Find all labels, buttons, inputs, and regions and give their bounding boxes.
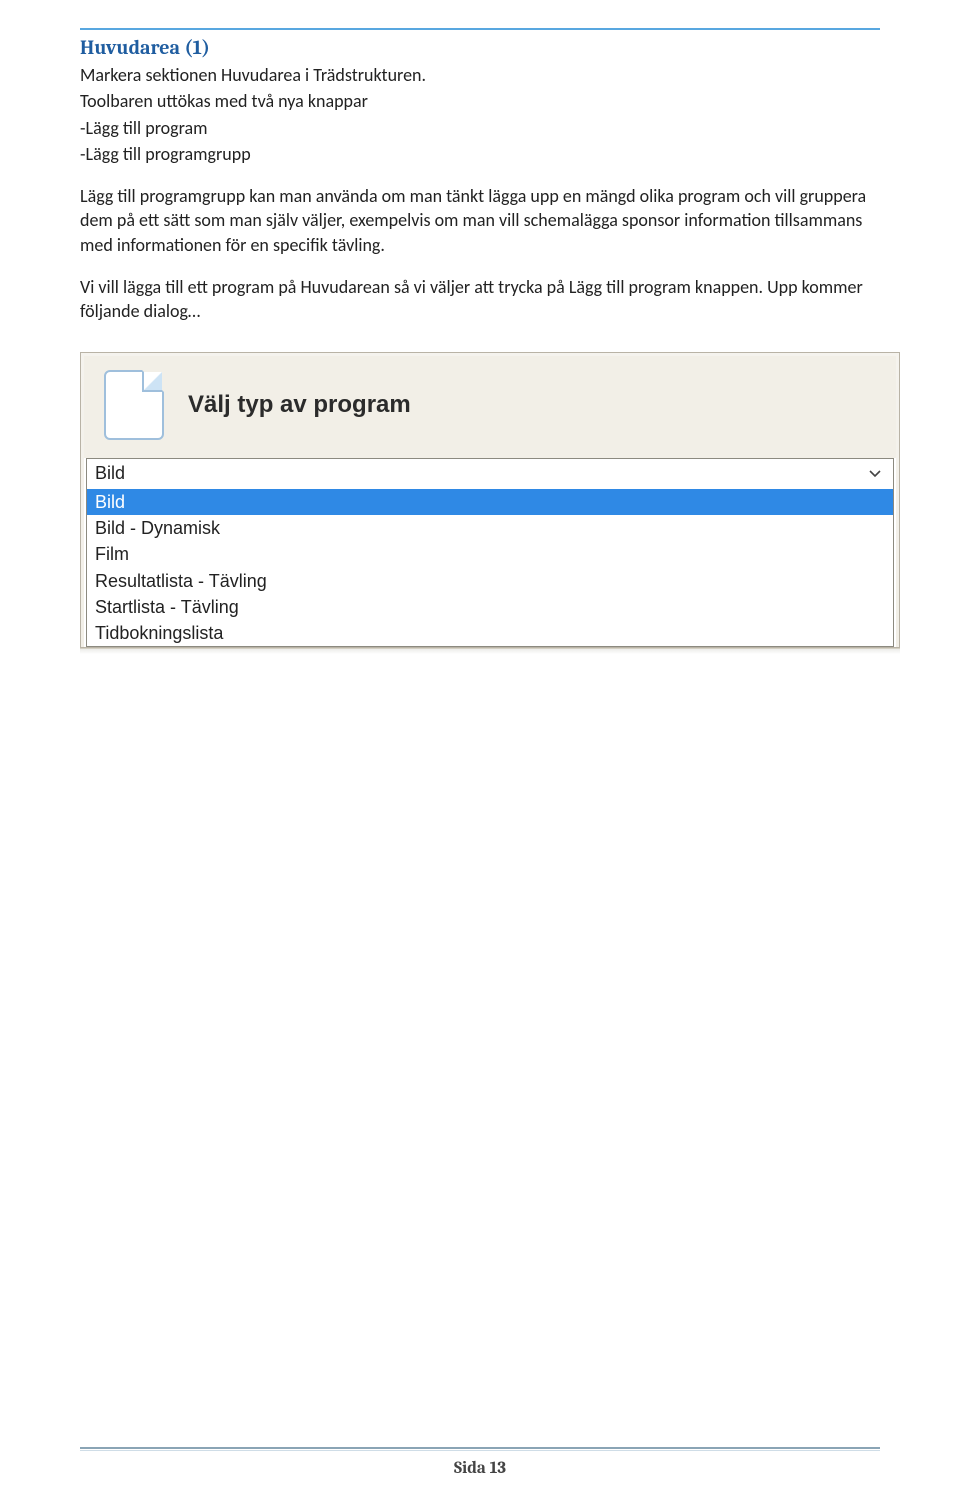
page-top-rule [80, 28, 880, 30]
dropdown-option[interactable]: Tidbokningslista [87, 620, 893, 646]
paragraph-2: Toolbaren uttökas med två nya knappar [80, 89, 880, 113]
paragraph-4: -Lägg till programgrupp [80, 142, 880, 166]
dropdown-options-panel: Bild Bild - Dynamisk Film Resultatlista … [86, 489, 894, 648]
paragraph-3: -Lägg till program [80, 116, 880, 140]
chevron-down-icon[interactable] [865, 464, 885, 484]
dropdown-option[interactable]: Bild [87, 489, 893, 515]
dialog-header: Välj typ av program [84, 356, 896, 458]
new-file-icon [104, 370, 164, 440]
dropdown-option[interactable]: Startlista - Tävling [87, 594, 893, 620]
dialog-screenshot: Välj typ av program Bild Bild Bild - Dyn… [80, 352, 900, 655]
paragraph-5: Lägg till programgrupp kan man använda o… [80, 184, 880, 257]
page-number: Sida 13 [454, 1459, 506, 1478]
footer-rule [80, 1447, 880, 1453]
paragraph-6: Vi vill lägga till ett program på Huvuda… [80, 275, 880, 324]
dialog-title: Välj typ av program [188, 391, 411, 419]
dialog-bottom-shadow [80, 648, 900, 654]
program-type-dropdown[interactable]: Bild [86, 458, 894, 490]
section-heading: Huvudarea (1) [80, 36, 880, 59]
dropdown-option[interactable]: Film [87, 541, 893, 567]
paragraph-1: Markera sektionen Huvudarea i Trädstrukt… [80, 63, 880, 87]
dropdown-option[interactable]: Resultatlista - Tävling [87, 568, 893, 594]
dropdown-selected-value: Bild [95, 463, 125, 484]
dropdown-option[interactable]: Bild - Dynamisk [87, 515, 893, 541]
dialog-window: Välj typ av program Bild Bild Bild - Dyn… [80, 352, 900, 649]
